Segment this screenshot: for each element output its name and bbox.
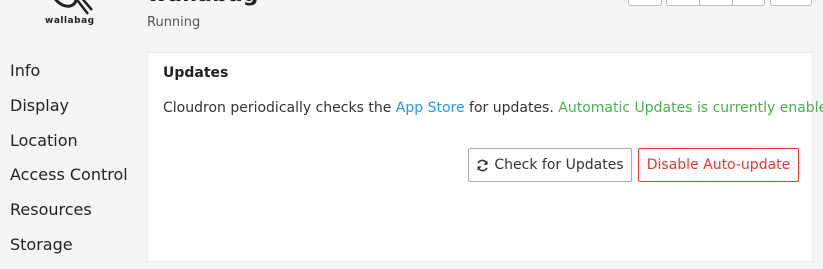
sidebar-item-storage[interactable]: Storage	[10, 234, 128, 269]
check-updates-button[interactable]: Check for Updates	[468, 148, 632, 182]
sidebar-item-access-control[interactable]: Access Control	[10, 164, 128, 199]
app-logo: wallabag	[40, 0, 104, 30]
app-title: wallabag	[147, 0, 258, 7]
updates-title: Updates	[163, 65, 229, 81]
updates-card: Updates Cloudron periodically checks the…	[147, 52, 823, 262]
sidebar-item-location[interactable]: Location	[10, 130, 128, 165]
auto-update-status: Automatic Updates is currently enabled.	[558, 100, 823, 116]
toolbar-button[interactable]	[628, 0, 662, 6]
sidebar-nav: Info Display Location Access Control Res…	[10, 60, 128, 269]
check-updates-label: Check for Updates	[494, 157, 624, 173]
refresh-icon	[477, 159, 489, 171]
sidebar-item-info[interactable]: Info	[10, 60, 128, 95]
updates-description: Cloudron periodically checks the App Sto…	[163, 100, 823, 116]
sidebar-item-display[interactable]: Display	[10, 95, 128, 130]
toolbar-button[interactable]	[699, 0, 732, 6]
app-status: Running	[147, 15, 201, 30]
toolbar-button[interactable]	[770, 0, 812, 6]
header-toolbar	[628, 0, 812, 6]
app-store-link[interactable]: App Store	[396, 100, 465, 116]
disable-auto-update-button[interactable]: Disable Auto-update	[638, 148, 799, 182]
sidebar-item-resources[interactable]: Resources	[10, 199, 128, 234]
updates-text-before: Cloudron periodically checks the	[163, 100, 396, 116]
toolbar-button[interactable]	[666, 0, 699, 6]
updates-text-after: for updates.	[464, 100, 559, 116]
logo-text: wallabag	[45, 16, 95, 26]
toolbar-button-group	[666, 0, 765, 6]
disable-auto-update-label: Disable Auto-update	[646, 157, 791, 173]
toolbar-button[interactable]	[732, 0, 765, 6]
